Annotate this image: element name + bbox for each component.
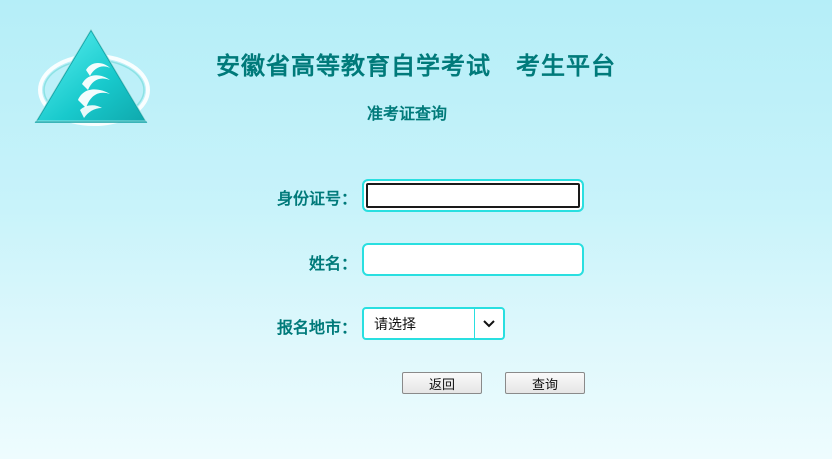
page-title: 安徽省高等教育自学考试 考生平台 <box>216 51 616 80</box>
back-button[interactable]: 返回 <box>402 372 482 394</box>
city-select-value: 请选择 <box>374 316 416 333</box>
city-label: 报名地市： <box>276 318 357 337</box>
triangle-flame-logo-icon <box>34 28 150 126</box>
city-select[interactable]: 请选择 <box>362 307 505 340</box>
name-label: 姓名： <box>308 254 357 273</box>
id-number-input[interactable] <box>362 179 584 212</box>
page-subtitle: 准考证查询 <box>367 104 448 123</box>
chevron-down-icon[interactable] <box>474 309 503 338</box>
query-button[interactable]: 查询 <box>505 372 585 394</box>
name-input[interactable] <box>362 243 584 276</box>
id-number-label: 身份证号： <box>276 189 357 208</box>
